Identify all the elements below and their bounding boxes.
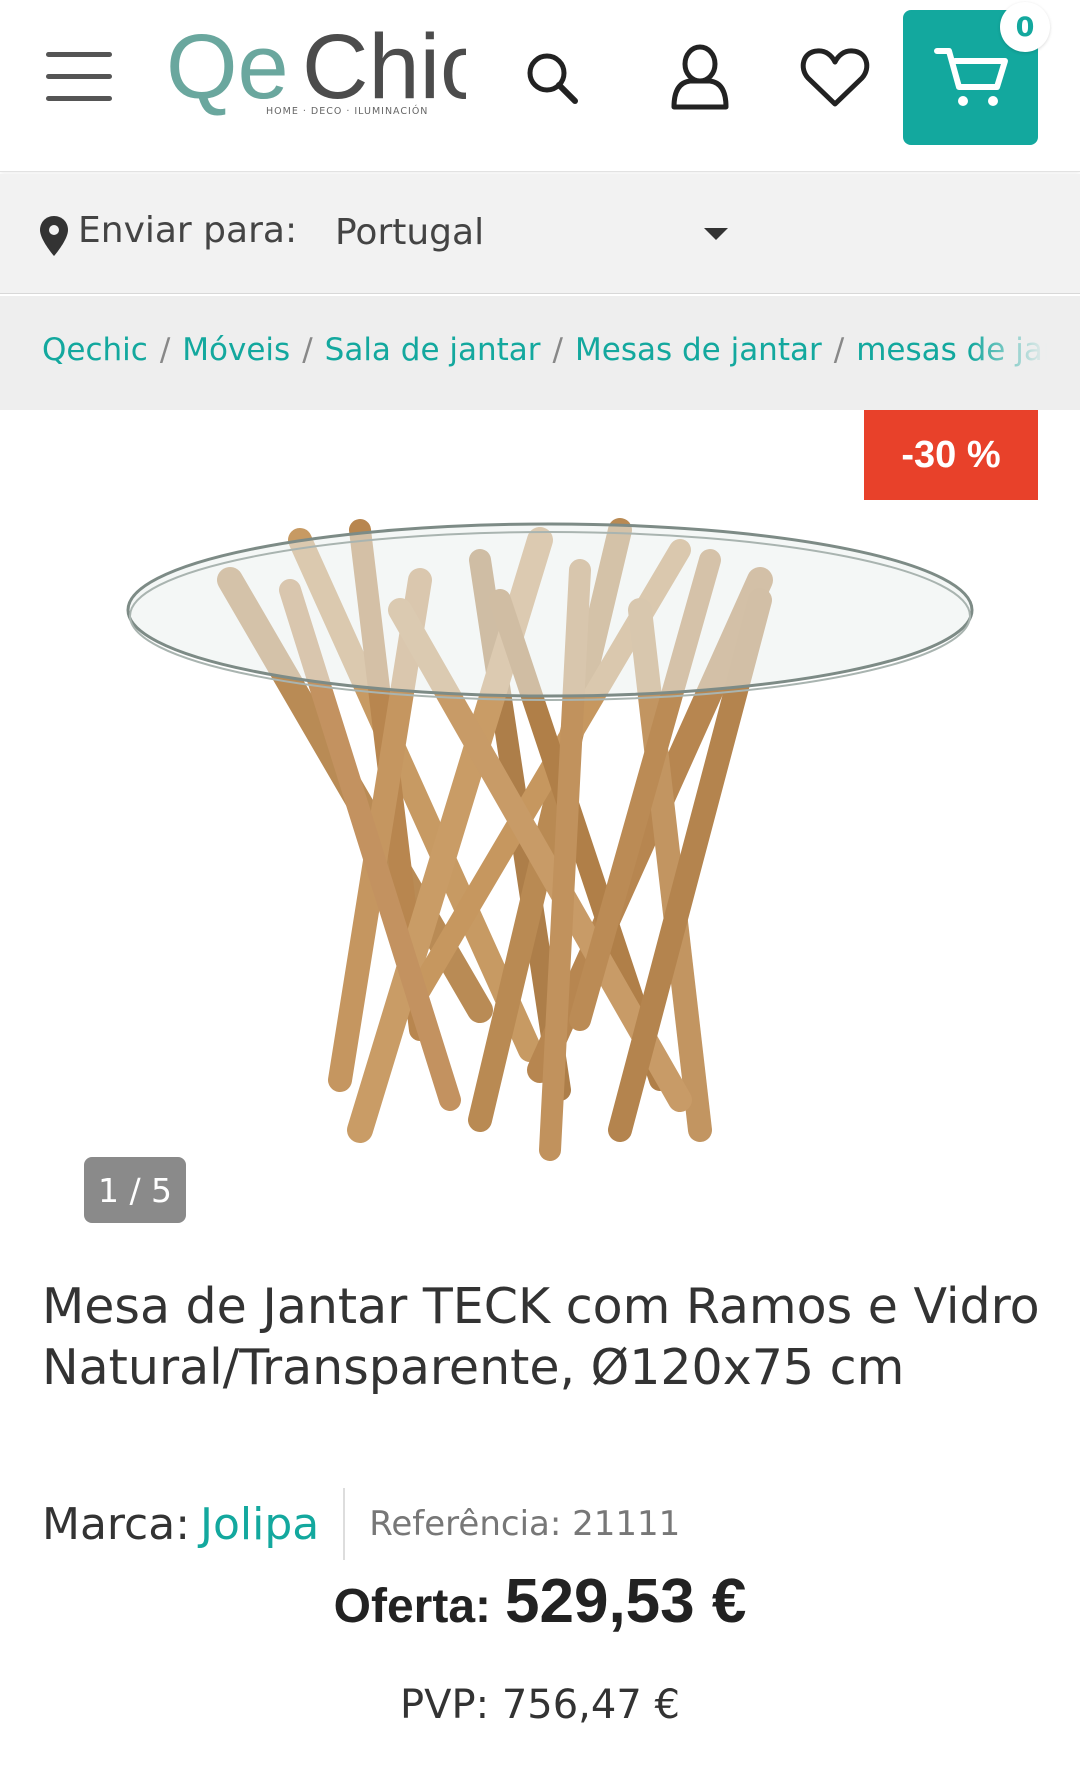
heart-icon[interactable] — [795, 38, 875, 118]
breadcrumb-item-mesas-de-jantar[interactable]: Mesas de jantar — [575, 332, 822, 368]
cart-count-badge: 0 — [1000, 2, 1050, 52]
offer-price-row: Oferta: 529,53 € — [0, 1566, 1080, 1637]
location-pin-icon — [40, 216, 68, 256]
site-header: Qe Chic HOME · DECO · ILUMINACIÓN — [0, 0, 1080, 172]
breadcrumb-separator: / — [833, 332, 845, 368]
qechic-logo[interactable]: Qe Chic HOME · DECO · ILUMINACIÓN — [166, 12, 466, 122]
breadcrumb-item-qechic[interactable]: Qechic — [42, 332, 148, 368]
pvp-price: PVP: 756,47 € — [400, 1682, 680, 1728]
menu-icon[interactable] — [46, 50, 112, 102]
user-icon[interactable] — [660, 38, 740, 118]
offer-price: 529,53 € — [505, 1567, 747, 1636]
divider — [343, 1488, 346, 1560]
brand-label: Marca: — [42, 1498, 191, 1550]
breadcrumb-separator: / — [159, 332, 171, 368]
breadcrumb: Qechic / Móveis / Sala de jantar / Mesas de ja… — [0, 296, 1080, 410]
ship-to-label: Enviar para: — [78, 210, 298, 251]
image-counter: 1 / 5 — [84, 1157, 186, 1223]
product-image[interactable] — [60, 470, 1020, 1190]
product-reference: Referência: 21111 — [369, 1504, 681, 1544]
breadcrumb-separator: / — [302, 332, 313, 368]
breadcrumb-item-sala-de-jantar[interactable]: Sala de jantar — [325, 332, 541, 368]
breadcrumb-item-moveis[interactable]: Móveis — [182, 332, 290, 368]
offer-label: Oferta: — [333, 1580, 491, 1633]
brand-row: Marca: Jolipa Referência: 21111 — [42, 1488, 680, 1560]
logo-text-chic: Chic — [302, 16, 466, 118]
logo-text-qe: Qe — [166, 16, 289, 118]
breadcrumb-fade — [970, 296, 1080, 410]
product-title: Mesa de Jantar TECK com Ramos e Vidro Na… — [42, 1278, 1040, 1396]
search-icon[interactable] — [512, 38, 592, 118]
breadcrumb-separator: / — [552, 332, 563, 368]
cart-icon — [933, 47, 1008, 106]
brand-link[interactable]: Jolipa — [200, 1499, 319, 1550]
logo-tagline: HOME · DECO · ILUMINACIÓN — [266, 105, 428, 117]
discount-badge: -30 % — [864, 410, 1038, 500]
chevron-down-icon — [704, 228, 728, 240]
country-select-value: Portugal — [335, 212, 485, 253]
